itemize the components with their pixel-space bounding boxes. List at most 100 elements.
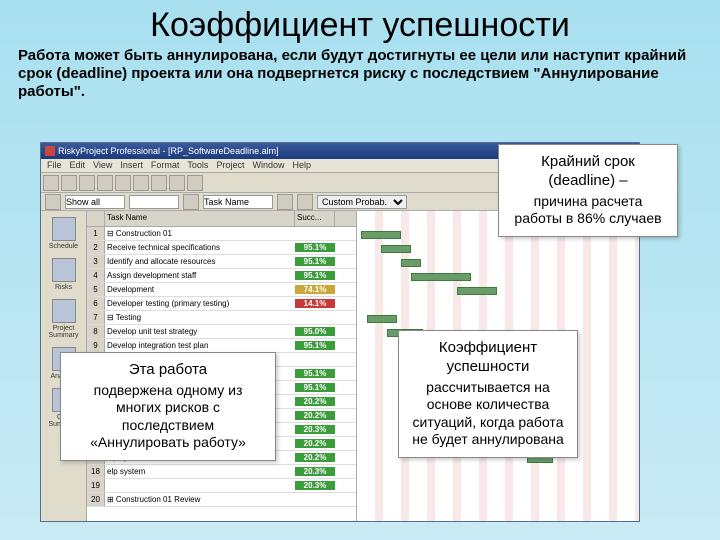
row-number: 4 (87, 269, 105, 282)
success-rate-cell: 14.1% (295, 299, 335, 308)
sidebar-project-summary[interactable]: Project Summary (45, 299, 83, 339)
task-name-cell: Develop integration test plan (105, 341, 295, 350)
task-name-cell: Develop unit test strategy (105, 327, 295, 336)
row-number: 8 (87, 325, 105, 338)
callout-deadline: Крайний срок (deadline) – причина расчет… (498, 144, 678, 237)
table-row[interactable]: 7⊟ Testing (87, 311, 356, 325)
app-icon (45, 146, 55, 156)
row-number: 18 (87, 465, 105, 478)
menu-format[interactable]: Format (151, 160, 180, 171)
table-row[interactable]: 19 20.3% (87, 479, 356, 493)
success-rate-cell: 20.3% (295, 425, 335, 434)
success-rate-cell: 20.2% (295, 411, 335, 420)
row-number: 3 (87, 255, 105, 268)
col-succ: Succ... (295, 211, 335, 226)
table-row[interactable]: 5 Development74.1% (87, 283, 356, 297)
task-name-cell: Development (105, 285, 295, 294)
taskname-input[interactable] (203, 195, 273, 209)
grid-header: Task Name Succ... (87, 211, 356, 227)
table-row[interactable]: 9 Develop integration test plan95.1% (87, 339, 356, 353)
success-rate-cell: 74.1% (295, 285, 335, 294)
redo-button[interactable] (187, 175, 203, 191)
success-rate-cell: 20.3% (295, 481, 335, 490)
slide-title: Коэффициент успешности (0, 0, 720, 47)
slide-description: Работа может быть аннулирована, если буд… (0, 47, 720, 105)
undo-button[interactable] (169, 175, 185, 191)
gantt-bar[interactable] (361, 231, 401, 239)
column-select[interactable]: Custom Probab. (317, 195, 407, 209)
gantt-bar[interactable] (381, 245, 411, 253)
save-button[interactable] (79, 175, 95, 191)
task-name-cell: Receive technical specifications (105, 243, 295, 252)
view-button[interactable] (45, 194, 61, 210)
copy-button[interactable] (133, 175, 149, 191)
summary-icon (52, 299, 76, 323)
nav-next-button[interactable] (297, 194, 313, 210)
menu-help[interactable]: Help (292, 160, 311, 171)
menu-project[interactable]: Project (216, 160, 244, 171)
menu-view[interactable]: View (93, 160, 112, 171)
gantt-bar[interactable] (367, 315, 397, 323)
table-row[interactable]: 2 Receive technical specifications95.1% (87, 241, 356, 255)
success-rate-cell: 20.2% (295, 439, 335, 448)
sidebar-risks[interactable]: Risks (45, 258, 83, 291)
row-number: 7 (87, 311, 105, 324)
row-number: 20 (87, 493, 105, 506)
filter-input[interactable] (129, 195, 179, 209)
row-number: 6 (87, 297, 105, 310)
menu-file[interactable]: File (47, 160, 62, 171)
gantt-bar[interactable] (457, 287, 497, 295)
col-name: Task Name (105, 211, 295, 226)
success-rate-cell: 20.2% (295, 453, 335, 462)
table-row[interactable]: 4 Assign development staff95.1% (87, 269, 356, 283)
menu-tools[interactable]: Tools (187, 160, 208, 171)
success-rate-cell: 95.1% (295, 341, 335, 350)
gantt-bar[interactable] (401, 259, 421, 267)
success-rate-cell: 95.1% (295, 257, 335, 266)
print-button[interactable] (97, 175, 113, 191)
open-button[interactable] (61, 175, 77, 191)
callout-success-rate: Коэффициент успешности рассчитывается на… (398, 330, 578, 458)
row-number: 9 (87, 339, 105, 352)
row-number: 2 (87, 241, 105, 254)
menu-window[interactable]: Window (252, 160, 284, 171)
row-number: 5 (87, 283, 105, 296)
table-row[interactable]: 18 elp system20.3% (87, 465, 356, 479)
row-number: 19 (87, 479, 105, 492)
task-name-cell: ⊟ Construction 01 (105, 229, 295, 238)
table-row[interactable]: 6 Developer testing (primary testing)14.… (87, 297, 356, 311)
task-name-cell: Developer testing (primary testing) (105, 299, 295, 308)
schedule-icon (52, 217, 76, 241)
task-name-cell: ⊞ Construction 01 Review (105, 495, 295, 504)
success-rate-cell: 95.1% (295, 369, 335, 378)
table-row[interactable]: 3 Identify and allocate resources95.1% (87, 255, 356, 269)
menu-edit[interactable]: Edit (70, 160, 86, 171)
paste-button[interactable] (151, 175, 167, 191)
task-name-cell: Assign development staff (105, 271, 295, 280)
table-row[interactable]: 20⊞ Construction 01 Review (87, 493, 356, 507)
window-title: RiskyProject Professional - [RP_Software… (58, 146, 279, 156)
success-rate-cell: 95.0% (295, 327, 335, 336)
success-rate-cell: 95.1% (295, 271, 335, 280)
table-row[interactable]: 1⊟ Construction 01 (87, 227, 356, 241)
table-row[interactable]: 8 Develop unit test strategy95.0% (87, 325, 356, 339)
callout-task-risk: Эта работа подвержена одному из многих р… (60, 352, 276, 461)
task-name-cell: elp system (105, 467, 295, 476)
col-num (87, 211, 105, 226)
show-filter[interactable] (65, 195, 125, 209)
success-rate-cell: 20.2% (295, 397, 335, 406)
menu-insert[interactable]: Insert (120, 160, 143, 171)
success-rate-cell: 20.3% (295, 467, 335, 476)
task-name-cell: ⊟ Testing (105, 313, 295, 322)
risks-icon (52, 258, 76, 282)
sidebar-schedule[interactable]: Schedule (45, 217, 83, 250)
success-rate-cell: 95.1% (295, 383, 335, 392)
new-button[interactable] (43, 175, 59, 191)
filter-button[interactable] (183, 194, 199, 210)
gantt-bar[interactable] (411, 273, 471, 281)
row-number: 1 (87, 227, 105, 240)
task-name-cell: Identify and allocate resources (105, 257, 295, 266)
nav-prev-button[interactable] (277, 194, 293, 210)
cut-button[interactable] (115, 175, 131, 191)
success-rate-cell: 95.1% (295, 243, 335, 252)
